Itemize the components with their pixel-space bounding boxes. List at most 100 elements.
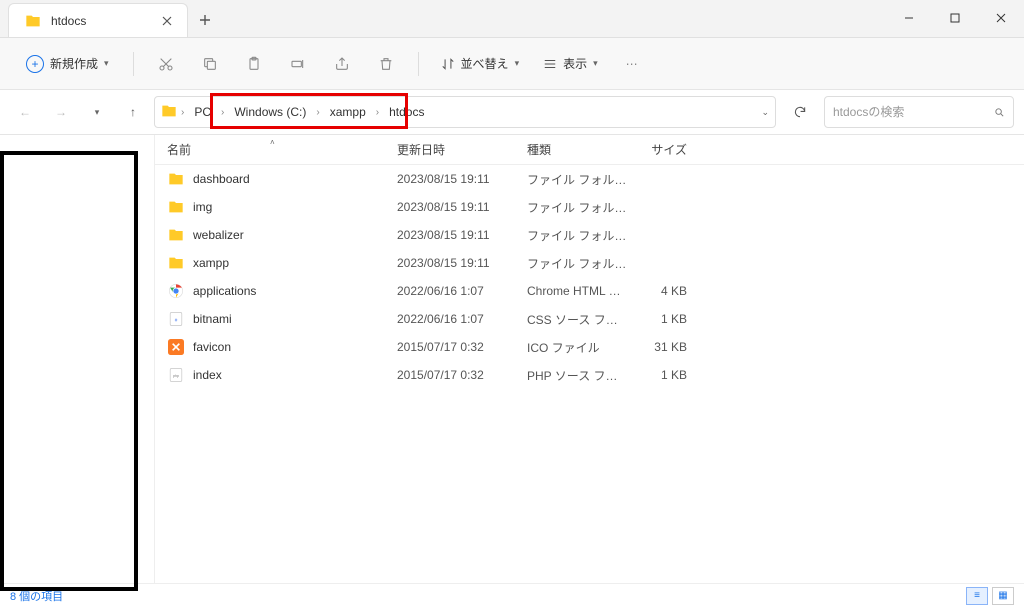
new-button[interactable]: + 新規作成 ▾ xyxy=(16,49,119,79)
sort-button[interactable]: 並べ替え ▾ xyxy=(433,49,528,78)
new-label: 新規作成 xyxy=(50,55,98,72)
folder-icon xyxy=(25,13,41,29)
view-label: 表示 xyxy=(563,55,587,72)
file-row[interactable]: webalizer2023/08/15 19:11ファイル フォルダー xyxy=(155,221,1024,249)
forward-button[interactable]: → xyxy=(46,97,76,127)
sort-label: 並べ替え xyxy=(461,55,509,72)
cut-icon[interactable] xyxy=(148,46,184,82)
window-tab[interactable]: htdocs xyxy=(8,3,188,37)
file-date: 2022/06/16 1:07 xyxy=(397,284,527,298)
column-type[interactable]: 種類 xyxy=(527,141,627,158)
file-type: ファイル フォルダー xyxy=(527,171,627,188)
address-history-button[interactable]: ⌄ xyxy=(761,107,769,118)
chevron-right-icon: › xyxy=(374,107,381,118)
svg-text:php: php xyxy=(173,374,179,378)
tab-title: htdocs xyxy=(51,14,149,28)
navigation-row: ← → ▾ ↑ › PC › Windows (C:) › xampp › ht… xyxy=(0,90,1024,134)
plus-circle-icon: + xyxy=(26,55,44,73)
file-type: PHP ソース ファイル xyxy=(527,367,627,384)
css-icon: # xyxy=(167,310,185,328)
file-row[interactable]: dashboard2023/08/15 19:11ファイル フォルダー xyxy=(155,165,1024,193)
sort-icon xyxy=(441,57,455,71)
tab-close-button[interactable] xyxy=(159,13,175,29)
file-name: dashboard xyxy=(193,172,397,186)
view-button[interactable]: 表示 ▾ xyxy=(535,49,606,78)
crumb-htdocs[interactable]: htdocs xyxy=(383,101,430,123)
copy-icon[interactable] xyxy=(192,46,228,82)
folder-icon xyxy=(167,198,185,216)
column-date[interactable]: 更新日時 xyxy=(397,141,527,158)
chevron-right-icon: › xyxy=(179,107,186,118)
file-rows: dashboard2023/08/15 19:11ファイル フォルダーimg20… xyxy=(155,165,1024,583)
file-date: 2015/07/17 0:32 xyxy=(397,368,527,382)
refresh-button[interactable] xyxy=(782,96,818,128)
file-type: ICO ファイル xyxy=(527,339,627,356)
title-bar: htdocs xyxy=(0,0,1024,38)
paste-icon[interactable] xyxy=(236,46,272,82)
file-row[interactable]: php index2015/07/17 0:32PHP ソース ファイル1 KB xyxy=(155,361,1024,389)
content-area: ˄ 名前 更新日時 種類 サイズ dashboard2023/08/15 19:… xyxy=(0,134,1024,583)
folder-icon xyxy=(167,226,185,244)
file-date: 2023/08/15 19:11 xyxy=(397,172,527,186)
search-box[interactable] xyxy=(824,96,1014,128)
chevron-right-icon: › xyxy=(314,107,321,118)
file-type: CSS ソース ファイル xyxy=(527,311,627,328)
annotation-redaction xyxy=(0,151,138,591)
file-row[interactable]: applications2022/06/16 1:07Chrome HTML D… xyxy=(155,277,1024,305)
delete-icon[interactable] xyxy=(368,46,404,82)
rename-icon[interactable] xyxy=(280,46,316,82)
sort-indicator-icon: ˄ xyxy=(270,138,275,147)
icons-view-toggle[interactable]: ▦ xyxy=(992,587,1014,605)
file-name: xampp xyxy=(193,256,397,270)
file-row[interactable]: favicon2015/07/17 0:32ICO ファイル31 KB xyxy=(155,333,1024,361)
column-size[interactable]: サイズ xyxy=(627,141,687,158)
minimize-button[interactable] xyxy=(886,0,932,37)
more-button[interactable]: ⋯ xyxy=(614,46,650,82)
file-date: 2022/06/16 1:07 xyxy=(397,312,527,326)
share-icon[interactable] xyxy=(324,46,360,82)
file-date: 2023/08/15 19:11 xyxy=(397,200,527,214)
file-name: webalizer xyxy=(193,228,397,242)
chevron-down-icon: ▾ xyxy=(104,58,109,69)
column-name[interactable]: 名前 xyxy=(167,141,397,158)
file-size: 31 KB xyxy=(627,340,687,354)
chevron-down-icon: ▾ xyxy=(593,58,598,69)
file-row[interactable]: # bitnami2022/06/16 1:07CSS ソース ファイル1 KB xyxy=(155,305,1024,333)
crumb-pc[interactable]: PC xyxy=(188,101,217,123)
file-size: 1 KB xyxy=(627,368,687,382)
xampp-icon xyxy=(167,338,185,356)
navigation-pane[interactable] xyxy=(0,135,155,583)
view-icon xyxy=(543,57,557,71)
back-button[interactable]: ← xyxy=(10,97,40,127)
crumb-drive[interactable]: Windows (C:) xyxy=(228,101,312,123)
up-button[interactable]: ↑ xyxy=(118,97,148,127)
file-list-pane: ˄ 名前 更新日時 種類 サイズ dashboard2023/08/15 19:… xyxy=(155,135,1024,583)
file-name: applications xyxy=(193,284,397,298)
status-bar: 8 個の項目 ≡ ▦ xyxy=(0,583,1024,607)
file-row[interactable]: xampp2023/08/15 19:11ファイル フォルダー xyxy=(155,249,1024,277)
file-type: Chrome HTML Do... xyxy=(527,284,627,298)
file-name: index xyxy=(193,368,397,382)
chrome-icon xyxy=(167,282,185,300)
separator xyxy=(133,52,134,76)
search-input[interactable] xyxy=(833,105,988,119)
new-tab-button[interactable] xyxy=(188,3,222,37)
file-size: 1 KB xyxy=(627,312,687,326)
address-bar[interactable]: › PC › Windows (C:) › xampp › htdocs ⌄ xyxy=(154,96,776,128)
maximize-button[interactable] xyxy=(932,0,978,37)
crumb-xampp[interactable]: xampp xyxy=(324,101,372,123)
file-date: 2015/07/17 0:32 xyxy=(397,340,527,354)
file-type: ファイル フォルダー xyxy=(527,199,627,216)
file-row[interactable]: img2023/08/15 19:11ファイル フォルダー xyxy=(155,193,1024,221)
ribbon-toolbar: + 新規作成 ▾ 並べ替え ▾ 表示 ▾ ⋯ xyxy=(0,38,1024,90)
file-type: ファイル フォルダー xyxy=(527,255,627,272)
close-button[interactable] xyxy=(978,0,1024,37)
details-view-toggle[interactable]: ≡ xyxy=(966,587,988,605)
chevron-right-icon: › xyxy=(219,107,226,118)
svg-text:#: # xyxy=(175,317,178,322)
window-controls xyxy=(886,0,1024,37)
search-icon xyxy=(994,106,1005,119)
folder-icon xyxy=(167,254,185,272)
recent-button[interactable]: ▾ xyxy=(82,97,112,127)
file-name: bitnami xyxy=(193,312,397,326)
